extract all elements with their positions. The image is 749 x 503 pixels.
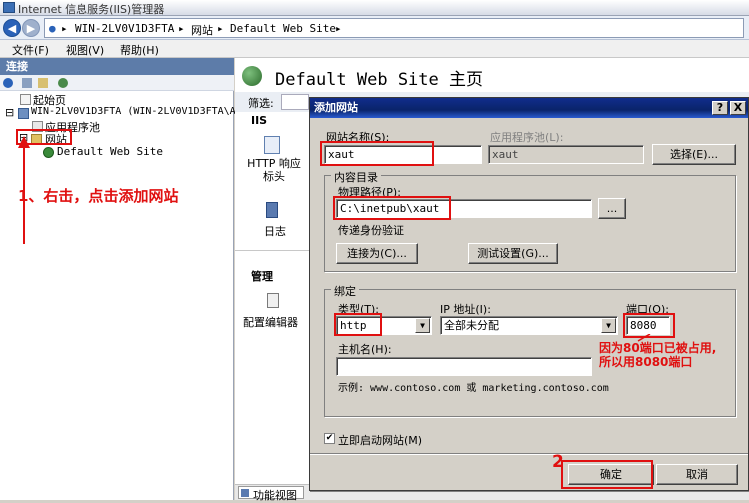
highlight-site-name <box>320 141 434 166</box>
address-bar: ◀ ▶ ● ▸ WIN-2LV0V1D3FTA ▸ 网站 ▸ Default W… <box>0 16 749 40</box>
feature-http-headers[interactable]: HTTP 响应标头 <box>245 157 303 183</box>
close-button[interactable]: X <box>730 101 746 115</box>
server-icon <box>18 108 29 119</box>
features-column: IIS HTTP 响应标头 日志 管理 配置编辑器 <box>235 112 309 484</box>
menu-file[interactable]: 文件(F) <box>12 42 49 58</box>
test-settings-button[interactable]: 测试设置(G)... <box>468 243 558 264</box>
breadcrumb-sep: ▸ <box>217 22 224 35</box>
app-pool-field: xaut <box>488 145 644 164</box>
dialog-divider <box>310 453 748 454</box>
manage-section-header: 管理 <box>251 270 273 283</box>
dialog-title: 添加网站 <box>314 101 358 114</box>
feature-logging[interactable]: 日志 <box>264 223 286 239</box>
connections-panel: 连接 起始页 ⊟ WIN-2LV0V1D3FTA (WIN-2LV0V1D3FT… <box>0 58 236 500</box>
tree-expand-icon[interactable]: ⊟ <box>5 106 14 119</box>
connections-toolbar <box>0 75 234 91</box>
filter-label: 筛选: <box>248 97 274 110</box>
back-arrow-icon[interactable]: ◀ <box>3 19 21 37</box>
connect-icon[interactable] <box>3 78 13 88</box>
annotation-step2: 2 <box>552 452 564 472</box>
globe-icon: ● <box>49 22 56 35</box>
tree-default-web-site[interactable]: Default Web Site <box>57 145 163 158</box>
menu-help[interactable]: 帮助(H) <box>120 42 159 58</box>
start-immediately-label[interactable]: 立即启动网站(M) <box>338 432 422 448</box>
site-globe-icon <box>242 66 262 86</box>
cancel-button[interactable]: 取消 <box>656 464 738 485</box>
iis-section-header: IIS <box>251 114 268 127</box>
features-view-icon <box>241 489 249 497</box>
config-editor-icon[interactable] <box>267 293 279 308</box>
log-icon[interactable] <box>266 202 278 218</box>
site-globe-icon <box>43 147 54 158</box>
refresh-icon[interactable] <box>58 78 68 88</box>
breadcrumb-sep: ▸ <box>61 22 68 35</box>
example-text: 示例: www.contoso.com 或 marketing.contoso.… <box>338 383 609 394</box>
highlight-physical-path <box>333 196 451 220</box>
highlight-ok <box>561 460 653 489</box>
highlight-type <box>334 313 382 336</box>
app-pool-label: 应用程序池(L): <box>490 131 564 144</box>
divider <box>235 250 309 251</box>
iis-app-icon <box>3 2 15 13</box>
annotation-step1: 1、右击，点击添加网站 <box>18 187 179 205</box>
start-immediately-checkbox[interactable]: ✔ <box>324 433 335 444</box>
connect-as-button[interactable]: 连接为(C)... <box>336 243 418 264</box>
pass-through-auth-label: 传递身份验证 <box>338 224 404 237</box>
annotation-line-icon <box>637 334 651 342</box>
main-header: Default Web Site 主页 <box>235 58 749 92</box>
ip-address-label: IP 地址(I): <box>440 303 491 316</box>
window-title: Internet 信息服务(IIS)管理器 <box>18 3 165 16</box>
start-page-icon <box>20 94 31 105</box>
chevron-down-icon[interactable]: ▼ <box>601 318 616 333</box>
select-app-pool-button[interactable]: 选择(E)... <box>652 144 736 165</box>
breadcrumb-sites[interactable]: 网站 <box>191 22 213 38</box>
annotation-port-note-2: 所以用8080端口 <box>599 355 693 369</box>
content-directory-label: 内容目录 <box>331 169 381 185</box>
page-title: Default Web Site 主页 <box>275 70 483 90</box>
breadcrumb-server[interactable]: WIN-2LV0V1D3FTA <box>75 22 174 35</box>
tree-server[interactable]: WIN-2LV0V1D3FTA (WIN-2LV0V1D3FTA\A <box>31 106 236 117</box>
menu-view[interactable]: 视图(V) <box>66 42 104 58</box>
window-title-bar: Internet 信息服务(IIS)管理器 <box>0 0 749 16</box>
browse-button[interactable]: ... <box>598 198 626 219</box>
forward-arrow-icon[interactable]: ▶ <box>22 19 40 37</box>
http-headers-icon[interactable] <box>264 136 280 154</box>
breadcrumb-sep: ▸ <box>335 22 342 35</box>
save-icon[interactable] <box>22 78 32 88</box>
dialog-title-bar: 添加网站 ? X <box>310 98 748 118</box>
breadcrumb-sep: ▸ <box>178 22 185 35</box>
host-name-label: 主机名(H): <box>338 343 392 356</box>
feature-config-editor[interactable]: 配置编辑器 <box>243 314 298 330</box>
breadcrumb[interactable]: ● ▸ WIN-2LV0V1D3FTA ▸ 网站 ▸ Default Web S… <box>44 18 744 38</box>
filter-input[interactable] <box>281 94 309 110</box>
breadcrumb-site[interactable]: Default Web Site <box>230 22 336 35</box>
binding-label: 绑定 <box>331 283 359 299</box>
help-button[interactable]: ? <box>712 101 728 115</box>
ip-address-select[interactable]: 全部未分配 ▼ <box>440 316 618 335</box>
chevron-down-icon[interactable]: ▼ <box>415 318 430 333</box>
host-name-input[interactable] <box>336 357 592 376</box>
tab-features-view[interactable]: 功能视图 <box>238 486 304 502</box>
connections-header: 连接 <box>0 58 234 75</box>
add-website-dialog: 添加网站 ? X 网站名称(S): xaut 应用程序池(L): xaut 选择… <box>309 97 749 491</box>
menu-bar: 文件(F) 视图(V) 帮助(H) <box>0 40 749 58</box>
up-icon[interactable] <box>38 78 48 88</box>
